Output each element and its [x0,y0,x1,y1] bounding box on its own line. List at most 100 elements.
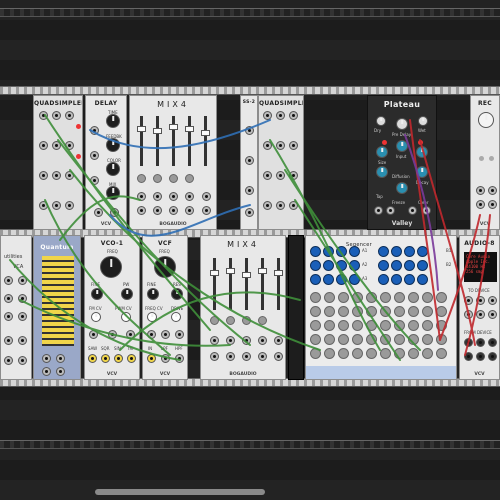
step-button[interactable] [408,320,419,331]
step-button[interactable] [380,348,391,359]
jack-icon[interactable] [276,171,285,180]
step-button[interactable] [408,334,419,345]
knob-icon[interactable] [376,166,388,178]
jack-icon[interactable] [4,336,13,345]
horizontal-scrollbar[interactable] [95,489,265,495]
jack-icon[interactable] [374,206,383,215]
knob-icon[interactable] [376,146,388,158]
knob-icon[interactable] [106,162,120,176]
step-button[interactable] [394,306,405,317]
step-button[interactable] [366,348,377,359]
plateau-module[interactable]: Plateau Dry Wet Pre Delay Input Size Dif… [367,95,437,230]
step-button[interactable] [310,334,321,345]
jack-icon[interactable] [476,310,485,319]
jack-icon[interactable] [226,336,235,345]
jack-icon[interactable] [464,296,473,305]
jack-icon[interactable] [289,111,298,120]
knob-icon[interactable] [349,274,360,285]
step-button[interactable] [436,348,447,359]
quadsampler-left-module[interactable]: QUADSIMPLER [33,95,83,230]
knob-icon[interactable] [106,186,120,200]
jack-icon[interactable] [488,310,497,319]
quantum-module[interactable]: Quantum [33,235,81,380]
step-button[interactable] [366,334,377,345]
jack-icon[interactable] [89,330,98,339]
step-button[interactable] [436,334,447,345]
knob-icon[interactable] [121,288,133,300]
jack-icon[interactable] [90,151,99,160]
jack-icon[interactable] [114,354,123,363]
knob-icon[interactable] [147,312,157,322]
jack-icon[interactable] [137,192,146,201]
ss2-module[interactable]: SS-2 [240,95,258,230]
step-button[interactable] [408,306,419,317]
jack-icon[interactable] [258,352,267,361]
step-button[interactable] [338,334,349,345]
vco1-module[interactable]: VCO-1 FREQ FINE PW FM CV PWM CV SAW SQR … [84,235,140,380]
jack-icon[interactable] [52,111,61,120]
jack-icon[interactable] [52,141,61,150]
knob-icon[interactable] [323,246,334,257]
jack-icon[interactable] [65,141,74,150]
knob-icon[interactable] [121,312,131,322]
step-button[interactable] [338,320,349,331]
step-button[interactable] [436,320,447,331]
jack-icon[interactable] [39,141,48,150]
step-button[interactable] [352,306,363,317]
knob-icon[interactable] [404,274,415,285]
jack-icon[interactable] [94,208,103,217]
step-button[interactable] [394,348,405,359]
step-button[interactable] [366,320,377,331]
step-button[interactable] [422,320,433,331]
knob-icon[interactable] [154,256,176,278]
jack-icon[interactable] [185,192,194,201]
jack-icon[interactable] [39,111,48,120]
jack-icon[interactable] [88,354,97,363]
jack-icon[interactable] [245,156,254,165]
step-button[interactable] [352,320,363,331]
knob-icon[interactable] [147,288,159,300]
knob-icon[interactable] [396,140,408,152]
knob-icon[interactable] [416,166,428,178]
jack-icon[interactable] [476,296,485,305]
mute-button[interactable] [153,174,162,183]
jack-icon[interactable] [52,171,61,180]
step-button[interactable] [394,292,405,303]
jack-icon[interactable] [126,330,135,339]
jack-icon[interactable] [258,336,267,345]
step-button[interactable] [422,306,433,317]
jack-icon[interactable] [153,206,162,215]
fader-icon[interactable] [153,116,162,166]
jack-icon[interactable] [245,208,254,217]
jack-icon[interactable] [127,354,136,363]
step-button[interactable] [324,334,335,345]
mute-button[interactable] [169,174,178,183]
jack-icon[interactable] [263,111,272,120]
jack-icon[interactable] [263,141,272,150]
jack-icon[interactable] [226,352,235,361]
knob-icon[interactable] [91,312,101,322]
jack-icon[interactable] [476,186,485,195]
audio-device-screen[interactable]: Core Audio Apple Inc. 44100 Hz 256 smp [464,252,497,282]
knob-icon[interactable] [349,260,360,271]
mute-button[interactable] [226,316,235,325]
jack-icon[interactable] [488,200,497,209]
jack-icon[interactable] [422,206,431,215]
knob-icon[interactable] [416,146,428,158]
jack-icon[interactable] [210,352,219,361]
knob-icon[interactable] [396,182,408,194]
jack-icon[interactable] [65,201,74,210]
step-button[interactable] [380,320,391,331]
rec-module[interactable]: REC VCV [470,95,500,230]
jack-icon[interactable] [276,141,285,150]
jack-icon[interactable] [274,352,283,361]
jack-icon[interactable] [245,186,254,195]
mix4-top-module[interactable]: MIX4 BOGAUDIO [129,95,217,230]
jack-icon[interactable] [65,111,74,120]
jack-icon[interactable] [161,330,170,339]
step-button[interactable] [422,348,433,359]
knob-icon[interactable] [310,246,321,257]
knob-icon[interactable] [336,260,347,271]
jack-icon[interactable] [161,354,170,363]
jack-icon[interactable] [289,141,298,150]
